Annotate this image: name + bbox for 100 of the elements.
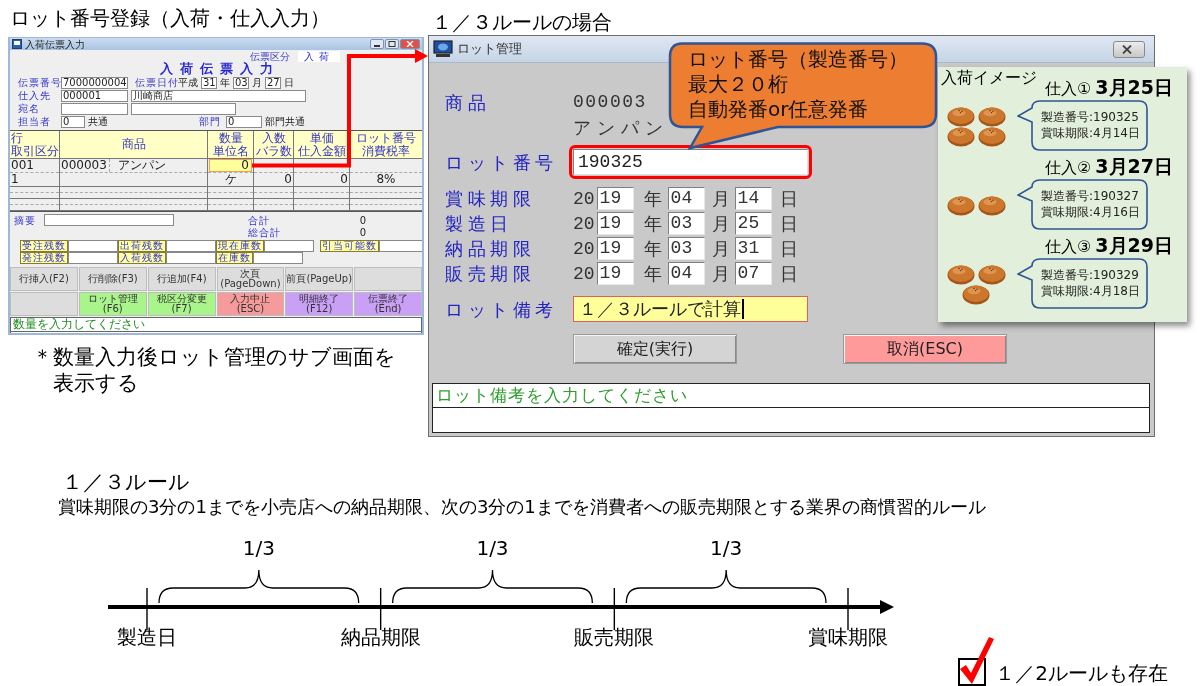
column-header: ロット番号 (356, 131, 416, 145)
field-label: 発注残数 (20, 252, 68, 264)
unit-label: 月 (711, 237, 730, 260)
bubble-text: 賞味期限:4月18日 (1041, 283, 1140, 299)
month-field[interactable]: 03 (667, 212, 705, 235)
input-field[interactable]: 03 (233, 76, 249, 89)
bun-icon (946, 106, 975, 127)
function-key[interactable]: 税区分変更(F7) (147, 292, 216, 316)
function-key[interactable]: ロット管理(F6) (78, 292, 147, 316)
bun-icon (946, 264, 975, 285)
window-icon (12, 39, 22, 49)
function-key[interactable]: 行削除(F3) (78, 267, 147, 291)
function-key[interactable]: 次頁(PageDown) (216, 267, 285, 291)
field-label: 納品期限 (445, 237, 535, 261)
field-label: ロット番号 (445, 150, 558, 175)
quantity-field[interactable]: 0 (209, 159, 252, 172)
confirm-button[interactable]: 確定(実行) (573, 334, 737, 364)
field-label: 受注残数 (20, 240, 68, 252)
text-cursor-icon (742, 299, 744, 319)
input-field[interactable] (61, 102, 128, 115)
product-name: アンパン (573, 116, 669, 140)
column-header: 入数 (261, 131, 286, 145)
input-field[interactable]: 川崎商店 (131, 89, 306, 102)
unit-label: 日 (779, 262, 798, 285)
input-field[interactable]: 7000000004 (61, 76, 128, 89)
field-label: 合計 (248, 214, 270, 226)
year-field[interactable]: 19 (596, 187, 634, 210)
window-heading: 入荷伝票入力 (159, 62, 280, 76)
tick-mark (146, 587, 148, 631)
segment-label: 1/3 (710, 536, 743, 560)
input-field (166, 252, 216, 264)
year-field[interactable]: 19 (596, 262, 634, 285)
section-title: １／３ルール (62, 470, 190, 494)
callout-text: 最大２０桁 (688, 72, 788, 97)
table-cell: 001 (11, 159, 34, 172)
column-header: 単位名 (212, 144, 249, 158)
input-field[interactable]: 0 (61, 115, 85, 128)
cancel-button[interactable]: 取消(ESC) (843, 334, 1007, 364)
segment-label: 1/3 (242, 536, 275, 560)
product-code: 000003 (573, 91, 647, 114)
year-field[interactable]: 19 (596, 237, 634, 260)
function-key[interactable]: 前頁(PageUp) (285, 267, 354, 291)
maximize-button[interactable] (385, 39, 399, 49)
column-header: バラ数 (255, 144, 292, 158)
point-label: 納品期限 (340, 625, 421, 649)
field-label: 在庫数 (216, 252, 253, 264)
day-field[interactable]: 07 (734, 262, 772, 285)
column-header: 消費税率 (362, 144, 410, 158)
function-key[interactable]: 伝票終了(End) (354, 292, 422, 316)
year-field[interactable]: 19 (596, 212, 634, 235)
month-field[interactable]: 03 (667, 237, 705, 260)
input-field[interactable]: 000001 (61, 89, 128, 102)
input-field[interactable]: 27 (265, 76, 281, 89)
field-label: 担当者 (18, 116, 51, 127)
unit-label: 日 (779, 212, 798, 235)
input-field[interactable]: 31 (201, 76, 217, 89)
table-cell: ケ (224, 173, 237, 186)
minimize-button[interactable] (370, 39, 384, 49)
function-key[interactable]: 行挿入(F2) (10, 267, 78, 291)
column-header: 単価 (309, 131, 334, 145)
month-field[interactable]: 04 (667, 187, 705, 210)
date-prefix: 20 (573, 237, 595, 260)
day-field[interactable]: 31 (734, 237, 772, 260)
tick-mark (613, 587, 616, 631)
note-text: １／2ルールも存在 (995, 660, 1168, 686)
close-button[interactable] (400, 39, 420, 49)
input-field (264, 240, 314, 252)
close-button[interactable] (1113, 40, 1145, 58)
bubble-text: 賞味期限:4月14日 (1041, 125, 1140, 141)
bun-icon (977, 106, 1006, 127)
purchase-label: 仕入② (1045, 158, 1092, 178)
field-label: 摘要 (14, 214, 36, 226)
field-label: 伝票区分 (250, 50, 290, 62)
function-key[interactable]: 明細終了(F12) (285, 292, 354, 316)
close-icon (406, 41, 414, 47)
function-key[interactable]: 入力中止(ESC) (216, 292, 285, 316)
day-field[interactable]: 14 (734, 187, 772, 210)
field-label: 仕入先 (18, 90, 51, 101)
input-field[interactable]: 0 (226, 115, 262, 128)
unit-label: 日 (284, 77, 294, 88)
point-label: 製造日 (117, 625, 177, 649)
point-label: 賞味期限 (808, 625, 888, 649)
lot-number-field[interactable]: 190325 (573, 149, 808, 175)
function-key[interactable]: 行追加(F4) (147, 267, 216, 291)
bun-icon (946, 195, 975, 216)
bun-icon (946, 126, 975, 147)
unit-label: 月 (711, 212, 730, 235)
window-title: ロット管理 (457, 40, 522, 58)
input-field (253, 252, 303, 264)
table-cell-text: アンパン (117, 159, 166, 172)
remarks-field[interactable]: １／３ルールで計算 (573, 296, 808, 322)
day-field[interactable]: 25 (734, 212, 772, 235)
field-label: 出荷残数 (118, 240, 166, 252)
total-value: 0 (359, 227, 366, 238)
field-label: 製造日 (445, 212, 513, 236)
slide-title: ロット番号登録（入荷・仕入入力） (10, 6, 330, 30)
input-field[interactable] (131, 102, 236, 115)
purchase-date: 3月27日 (1095, 156, 1173, 176)
month-field[interactable]: 04 (667, 262, 705, 285)
input-field[interactable] (44, 214, 174, 226)
